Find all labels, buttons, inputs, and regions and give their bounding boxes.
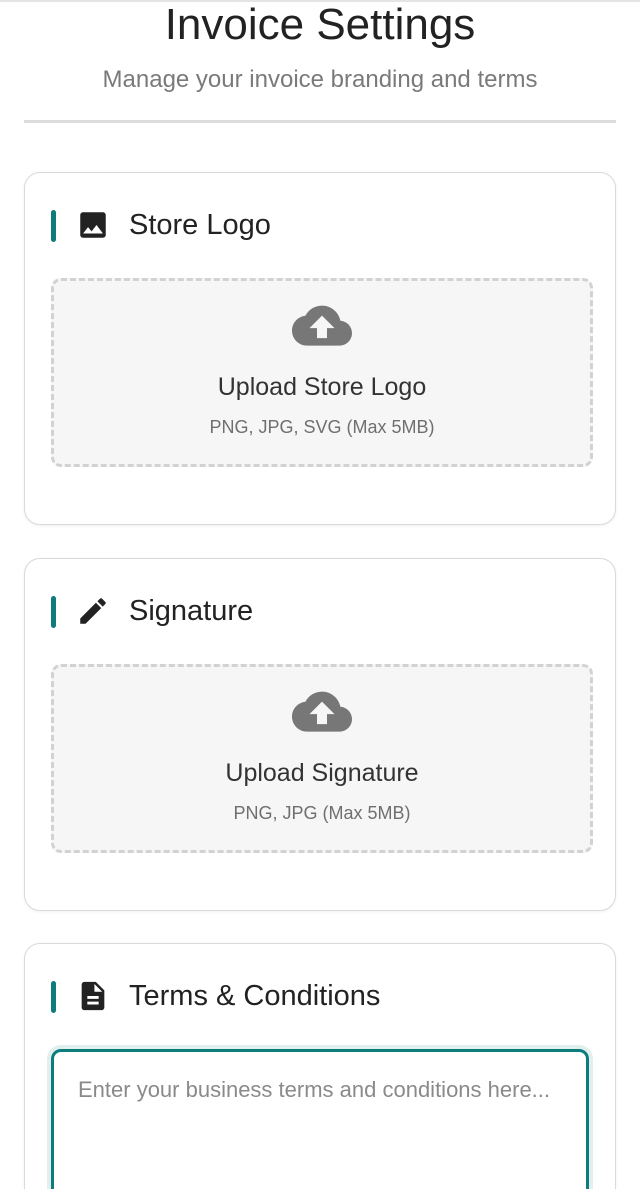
pencil-icon bbox=[76, 594, 110, 628]
cloud-upload-icon bbox=[292, 303, 352, 347]
store-logo-upload-zone[interactable]: Upload Store Logo PNG, JPG, SVG (Max 5MB… bbox=[51, 278, 593, 467]
section-title: Store Logo bbox=[129, 209, 271, 241]
page-title: Invoice Settings bbox=[164, 0, 476, 49]
section-title: Terms & Conditions bbox=[129, 980, 381, 1012]
section-accent-bar bbox=[51, 210, 56, 242]
upload-label: Upload Store Logo bbox=[217, 373, 427, 401]
invoice-settings-page: Invoice Settings Manage your invoice bra… bbox=[0, 0, 640, 1189]
section-accent-bar bbox=[51, 596, 56, 628]
cloud-upload-icon bbox=[292, 689, 352, 733]
upload-label: Upload Signature bbox=[225, 759, 419, 787]
upload-hint: PNG, JPG (Max 5MB) bbox=[233, 803, 411, 823]
section-title: Signature bbox=[129, 595, 254, 627]
page-subtitle: Manage your invoice branding and terms bbox=[102, 66, 538, 93]
document-icon bbox=[76, 979, 110, 1013]
terms-card: Terms & Conditions bbox=[24, 943, 616, 1189]
image-icon bbox=[76, 208, 110, 242]
signature-card: Signature Upload Signature PNG, JPG (Max… bbox=[24, 558, 616, 911]
upload-hint: PNG, JPG, SVG (Max 5MB) bbox=[209, 417, 435, 437]
signature-upload-zone[interactable]: Upload Signature PNG, JPG (Max 5MB) bbox=[51, 664, 593, 853]
terms-textarea[interactable] bbox=[51, 1049, 589, 1189]
store-logo-card: Store Logo Upload Store Logo PNG, JPG, S… bbox=[24, 172, 616, 525]
header-divider bbox=[24, 120, 616, 123]
section-accent-bar bbox=[51, 981, 56, 1013]
